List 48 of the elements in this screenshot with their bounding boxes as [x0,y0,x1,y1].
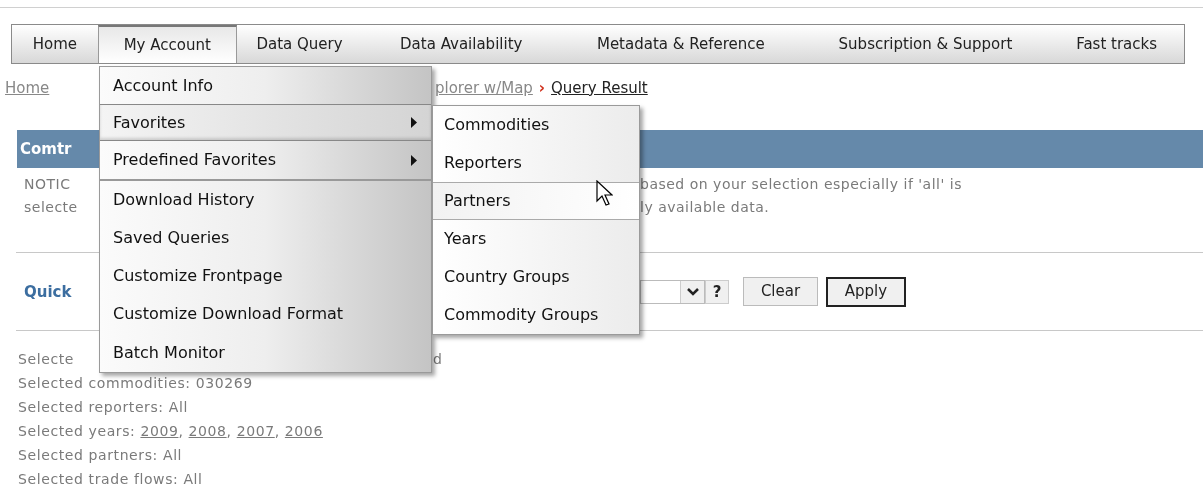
selection-text: Selecte [18,350,74,367]
menu-item[interactable]: Favorites [100,104,431,141]
menu-item[interactable]: Saved Queries [100,219,431,257]
breadcrumb-link[interactable]: Query Result [551,76,648,100]
menu-item[interactable]: Customize Frontpage [100,257,431,295]
submenu-item[interactable]: Reporters [433,144,639,182]
notice-text: based on your selection especially if 'all' is [640,175,962,194]
selection-text: Selected reporters: All [18,397,188,417]
menu-item[interactable]: Batch Monitor [100,333,431,372]
nav-tab[interactable]: Data Availability [362,25,561,63]
dropdown-field[interactable] [640,279,705,304]
filter-button[interactable]: Apply [826,276,906,307]
year-link[interactable]: 2009 [140,422,179,439]
nav-tab[interactable]: Data Query [236,25,363,63]
filter-button[interactable]: Clear [743,277,818,306]
breadcrumb-link[interactable]: plorer w/Map [435,76,533,100]
notice-text: NOTIC [24,176,71,192]
section-header: Comtr [20,138,72,160]
menu-item[interactable]: Download History [100,181,431,219]
year-link[interactable]: 2007 [236,422,275,439]
nav-tab[interactable]: Subscription & Support [801,25,1050,63]
nav-tab[interactable]: Metadata & Reference [560,25,802,63]
selection-text: d [433,349,443,369]
submenu-item[interactable]: Country Groups [433,258,639,296]
filter-label: Quick [24,282,72,301]
year-link[interactable]: 2006 [284,422,323,439]
menu-item[interactable]: Account Info [100,67,431,104]
breadcrumb-separator: › [538,77,546,99]
menu-item[interactable]: Predefined Favorites [100,141,431,181]
submenu-item[interactable]: Partners [433,182,639,220]
year-link[interactable]: 2008 [188,422,227,439]
selection-text: Selected years: 2009, 2008, 2007, 2006 [18,421,323,441]
breadcrumb-link[interactable]: Home [5,76,50,100]
selection-text: Selected trade flows: All [18,469,203,486]
nav-tab[interactable]: My Account [97,25,237,63]
menu-item[interactable]: Customize Download Format [100,295,431,333]
chevron-down-icon [686,287,699,296]
submenu-item[interactable]: Commodities [433,106,639,144]
submenu-item[interactable]: Commodity Groups [433,296,639,334]
nav-tab[interactable]: Fast tracks [1049,25,1184,63]
submenu-item[interactable]: Years [433,220,639,258]
selection-text: Selected partners: All [18,445,183,465]
notice-text: ly available data. [640,198,770,217]
nav-tab[interactable]: Home [12,25,98,63]
notice-text: selecte [24,199,78,215]
selection-text: Selected commodities: 030269 [18,373,253,393]
cursor-icon [596,180,613,206]
help-button[interactable]: ? [705,279,729,304]
